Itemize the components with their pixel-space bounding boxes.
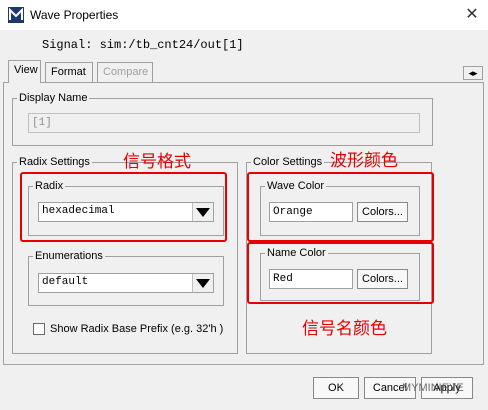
radix-highlight-box (20, 172, 227, 242)
name-color-highlight-box (247, 242, 434, 304)
signal-format-annotation: 信号格式 (123, 152, 191, 172)
dropdown-arrow-icon[interactable] (192, 274, 213, 292)
show-radix-prefix-checkbox[interactable] (33, 323, 45, 335)
tab-format[interactable]: Format (45, 62, 93, 82)
tab-compare[interactable]: Compare (97, 62, 153, 82)
ok-button[interactable]: OK (313, 377, 359, 399)
enumerations-value: default (42, 276, 89, 288)
enumerations-select[interactable]: default (38, 273, 214, 293)
signal-path: Signal: sim:/tb_cnt24/out[1] (42, 38, 244, 52)
title-bar: Wave Properties ✕ (0, 0, 488, 30)
tab-scroll-arrows-icon[interactable]: ◂▸ (463, 66, 483, 80)
watermark: MYMINIEYE (402, 382, 464, 394)
signal-name-color-annotation: 信号名颜色 (302, 319, 387, 339)
tab-view[interactable]: View (8, 60, 41, 83)
show-radix-prefix-label: Show Radix Base Prefix (e.g. 32'h ) (50, 323, 224, 335)
window-title: Wave Properties (30, 8, 119, 22)
waveform-color-annotation: 波形颜色 (330, 151, 398, 171)
color-settings-legend: Color Settings (253, 156, 323, 168)
modelsim-logo-icon (8, 7, 24, 23)
wave-color-highlight-box (247, 172, 434, 242)
display-name-field: [1] (28, 113, 420, 133)
close-icon[interactable]: ✕ (460, 3, 484, 27)
radix-settings-legend: Radix Settings (19, 156, 90, 168)
display-name-legend: Display Name (19, 92, 88, 104)
enumerations-legend: Enumerations (35, 250, 103, 262)
